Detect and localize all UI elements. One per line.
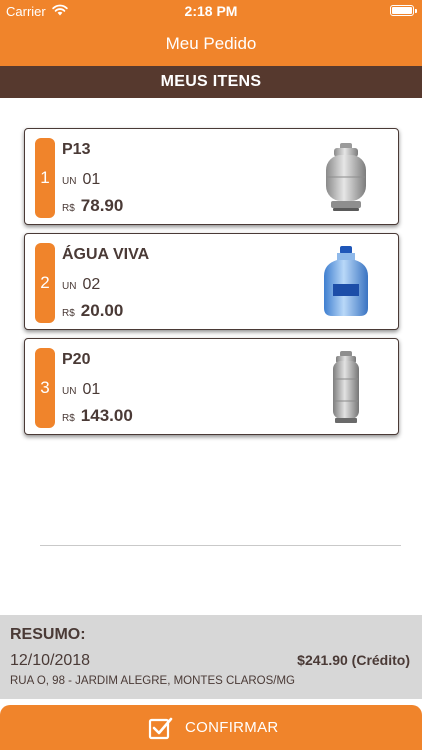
order-item-card[interactable]: 3 P20 UN 01 R$ 143.00 xyxy=(24,338,399,435)
quantity-value: 01 xyxy=(82,381,101,398)
price-value: 78.90 xyxy=(80,196,124,215)
currency-label: R$ xyxy=(62,308,75,319)
quantity-value: 02 xyxy=(82,276,101,293)
order-item-card[interactable]: 1 P13 UN 01 R$ 78.90 xyxy=(24,128,399,225)
item-index-badge: 2 xyxy=(35,243,55,323)
clock: 2:18 PM xyxy=(184,3,238,19)
confirm-button[interactable]: CONFIRMAR xyxy=(0,705,422,750)
list-divider xyxy=(40,545,401,546)
item-price: R$ 78.90 xyxy=(62,196,123,216)
quantity-unit-label: UN xyxy=(62,386,77,397)
order-summary: RESUMO: 12/10/2018 $241.90 (Crédito) RUA… xyxy=(0,615,422,699)
gas-cylinder-icon xyxy=(333,351,359,423)
quantity-unit-label: UN xyxy=(62,281,77,292)
quantity-value: 01 xyxy=(82,171,101,188)
delivery-address: RUA O, 98 - JARDIM ALEGRE, MONTES CLAROS… xyxy=(10,675,296,687)
section-header: MEUS ITENS xyxy=(0,66,422,98)
page-title: Meu Pedido xyxy=(165,34,257,53)
gas-cylinder-icon xyxy=(326,143,366,211)
item-quantity: UN 01 xyxy=(62,381,100,399)
item-name: ÁGUA VIVA xyxy=(62,246,150,263)
item-name: P20 xyxy=(62,351,91,368)
battery-icon xyxy=(390,5,417,16)
checkbox-check-icon xyxy=(148,717,173,740)
confirm-label: CONFIRMAR xyxy=(185,719,279,736)
status-bar: Carrier 2:18 PM xyxy=(0,0,422,22)
order-total: $241.90 (Crédito) xyxy=(297,652,410,668)
item-quantity: UN 02 xyxy=(62,276,100,294)
item-index-badge: 1 xyxy=(35,138,55,218)
item-quantity: UN 01 xyxy=(62,171,100,189)
quantity-unit-label: UN xyxy=(62,176,77,187)
section-title: MEUS ITENS xyxy=(160,73,262,90)
item-name: P13 xyxy=(62,141,91,158)
order-date: 12/10/2018 xyxy=(10,652,91,669)
price-value: 143.00 xyxy=(80,406,133,425)
navigation-bar: Meu Pedido xyxy=(0,22,422,66)
item-index-badge: 3 xyxy=(35,348,55,428)
summary-title: RESUMO: xyxy=(10,626,86,643)
item-price: R$ 143.00 xyxy=(62,406,133,426)
water-jug-icon xyxy=(324,246,368,316)
currency-label: R$ xyxy=(62,413,75,424)
price-value: 20.00 xyxy=(80,301,124,320)
order-items-list: 1 P13 UN 01 R$ 78.90 2 ÁGUA VIVA UN 02 R… xyxy=(24,128,401,443)
currency-label: R$ xyxy=(62,203,75,214)
order-item-card[interactable]: 2 ÁGUA VIVA UN 02 R$ 20.00 xyxy=(24,233,399,330)
item-price: R$ 20.00 xyxy=(62,301,123,321)
